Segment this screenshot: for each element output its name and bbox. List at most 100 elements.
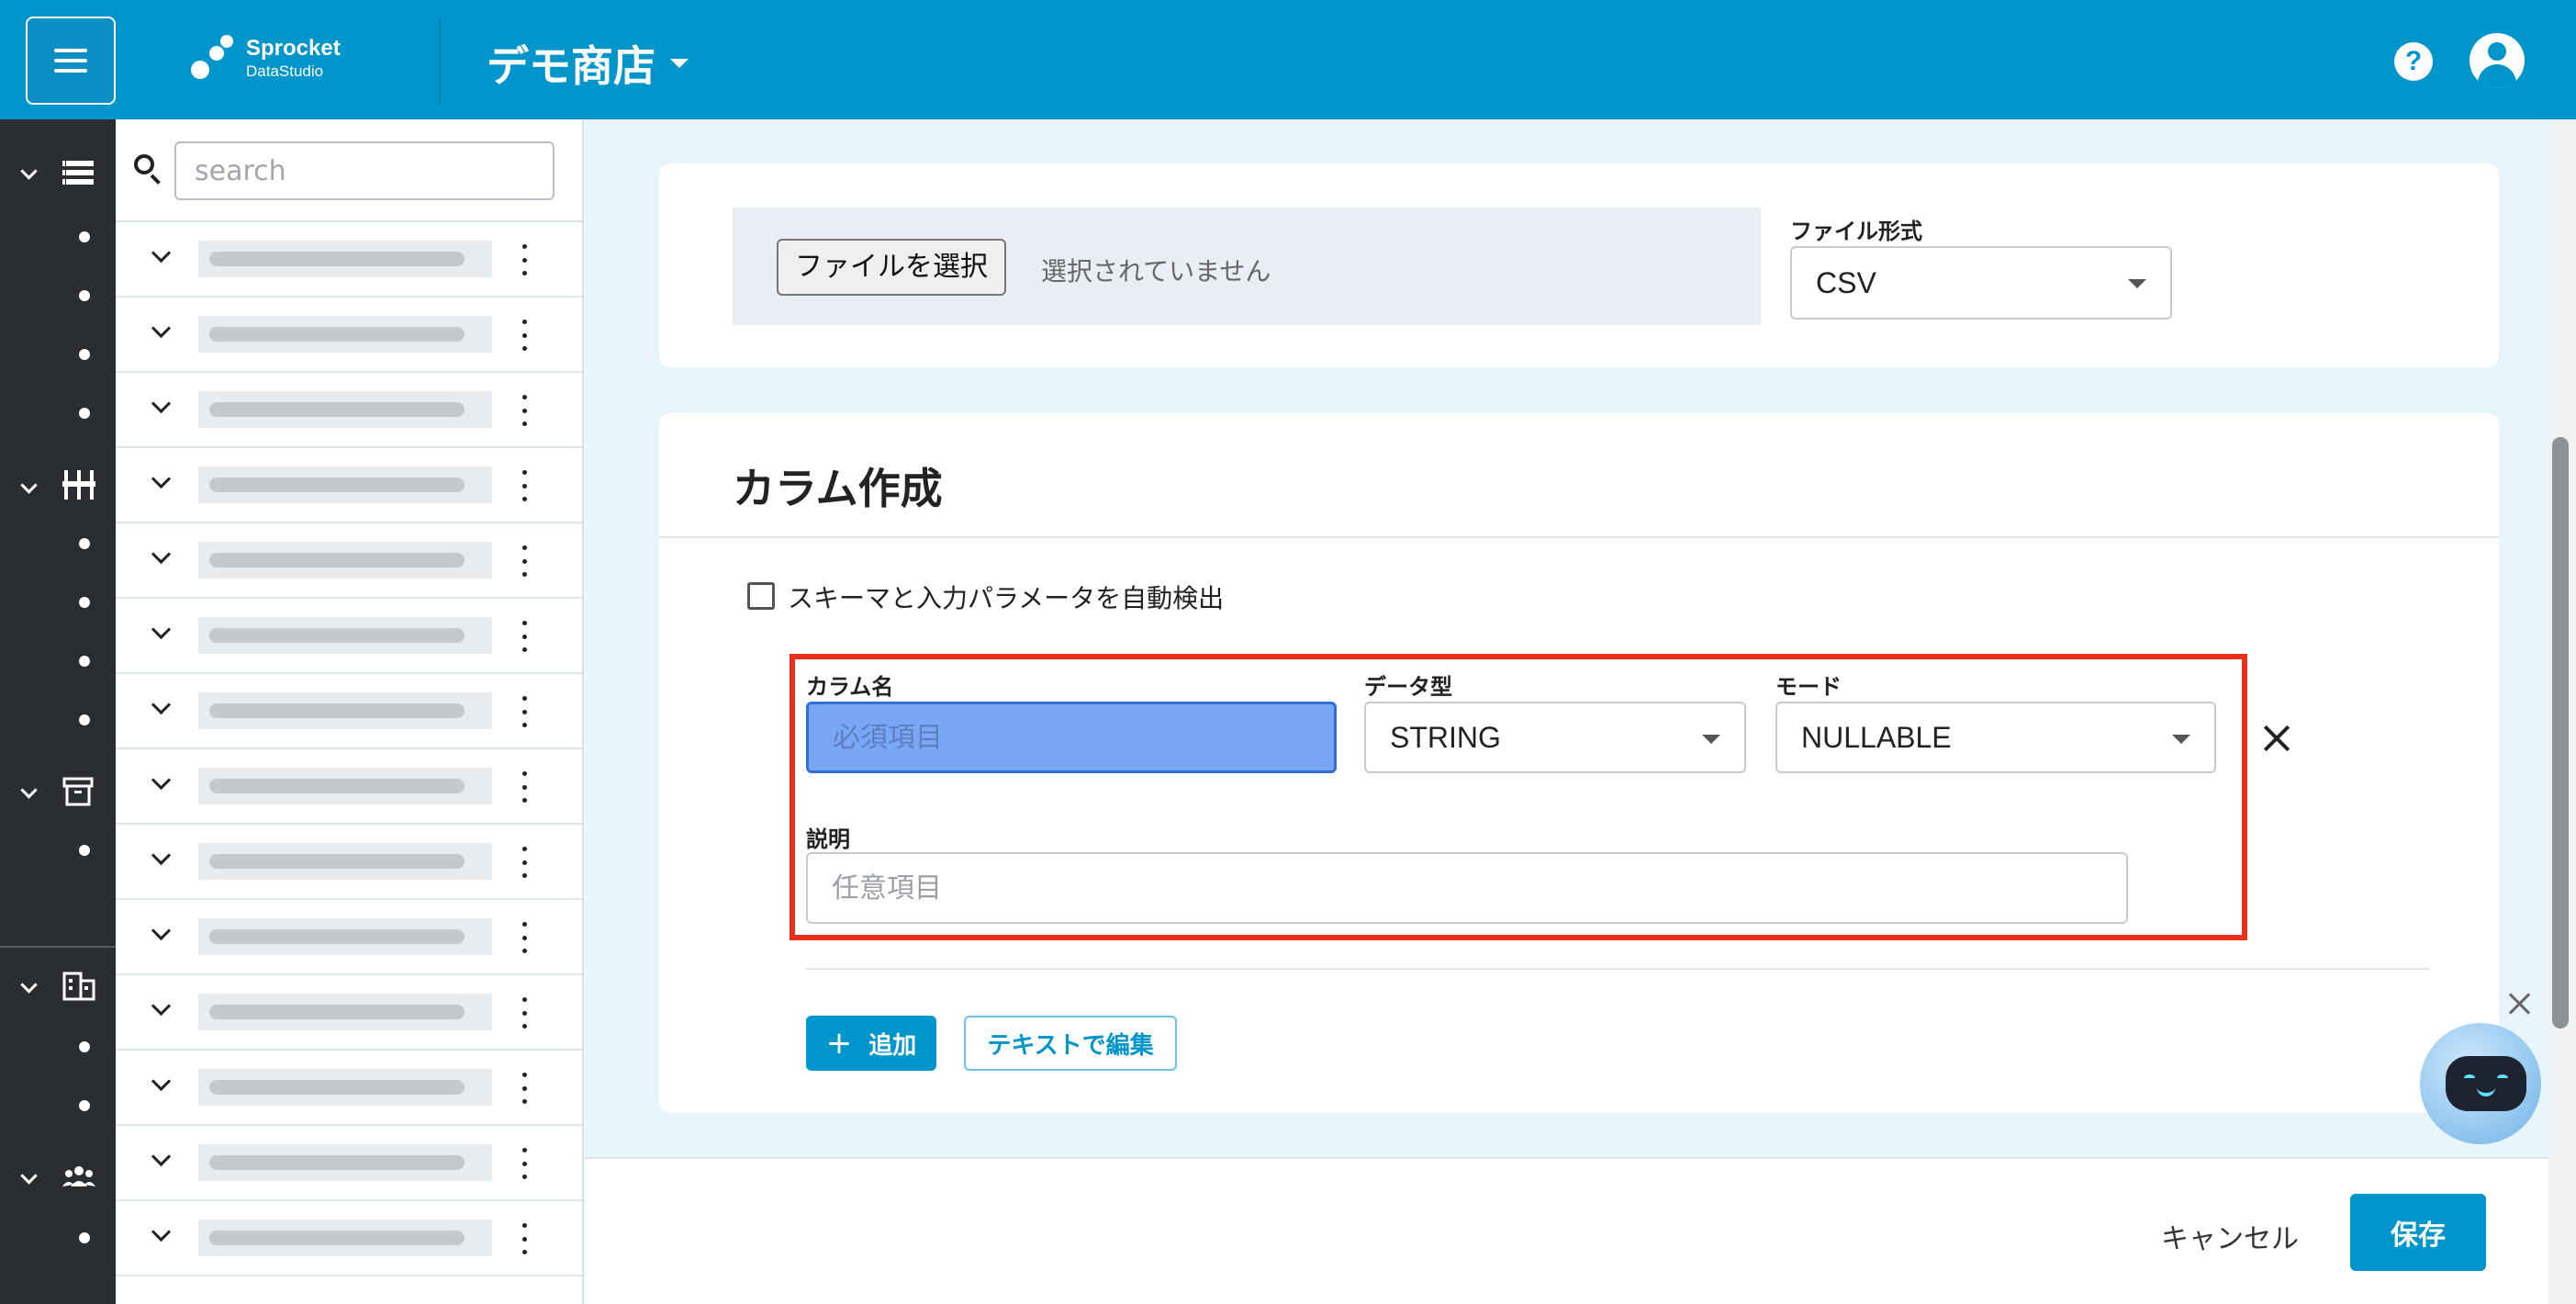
save-button[interactable]: 保存 (2350, 1194, 2486, 1271)
more-options-icon[interactable] (520, 696, 529, 727)
nav-dot[interactable] (79, 349, 90, 360)
mode-select[interactable]: NULLABLE (1775, 702, 2216, 773)
more-options-icon[interactable] (520, 997, 529, 1029)
column-name-input[interactable] (806, 702, 1337, 773)
nav-dot[interactable] (79, 845, 90, 856)
dataset-row[interactable]: lnm_byetsete (116, 900, 582, 975)
chevron-down-icon[interactable] (151, 323, 171, 343)
store-selector[interactable]: デモ商店 (487, 33, 689, 94)
scrollbar[interactable] (2548, 119, 2576, 1304)
chevron-down-icon[interactable] (20, 784, 37, 801)
dataset-name[interactable]: lnm_pamosord_deat (198, 994, 492, 1030)
edit-as-text-button[interactable]: テキストで編集 (964, 1016, 1177, 1071)
nav-dot[interactable] (79, 290, 90, 301)
dataset-row[interactable]: lnm_bata_forlistotes (116, 222, 582, 298)
cancel-button[interactable]: キャンセル (2161, 1216, 2299, 1256)
chevron-down-icon[interactable] (151, 926, 171, 946)
dataset-name[interactable]: lnt_deme_rows_data (198, 391, 492, 428)
chevron-down-icon[interactable] (151, 399, 171, 419)
chevron-down-icon[interactable] (20, 479, 37, 496)
nav-dot[interactable] (79, 538, 90, 549)
chevron-down-icon[interactable] (151, 1152, 171, 1172)
nav-dot[interactable] (79, 1232, 90, 1243)
nav-dot[interactable] (79, 1100, 90, 1111)
chevron-down-icon[interactable] (20, 1170, 37, 1186)
file-format-select[interactable]: CSV (1790, 246, 2172, 320)
dataset-row[interactable]: lnm_maplogt (116, 523, 582, 599)
dataset-row[interactable]: lnm_pfilesnatisnoles (116, 298, 582, 373)
nav-dot[interactable] (79, 656, 90, 667)
chevron-down-icon[interactable] (20, 979, 37, 995)
more-options-icon[interactable] (520, 244, 529, 275)
dataset-name[interactable]: lnm_pamosord_geat (198, 692, 492, 729)
menu-button[interactable] (26, 17, 116, 105)
dataset-row[interactable]: lnt_byetsete (116, 448, 582, 523)
more-options-icon[interactable] (520, 1148, 529, 1179)
add-column-button[interactable]: + 追加 (806, 1016, 936, 1071)
users-icon[interactable] (62, 1163, 95, 1192)
dataset-name[interactable]: lnt_byetsete (198, 467, 492, 503)
dataset-name[interactable]: lnt_deme_rots_dest (198, 1220, 492, 1256)
more-options-icon[interactable] (520, 621, 529, 652)
chevron-down-icon[interactable] (151, 1227, 171, 1247)
remove-column-icon[interactable] (2257, 718, 2297, 759)
organization-icon[interactable] (62, 972, 95, 1001)
dataset-name[interactable]: lnt_bata_forlistotes (198, 768, 492, 804)
auto-detect-checkbox[interactable] (747, 582, 775, 610)
nav-dot[interactable] (79, 231, 90, 242)
help-icon[interactable]: ? (2394, 42, 2433, 81)
chevron-down-icon[interactable] (151, 624, 171, 645)
nav-dot[interactable] (79, 597, 90, 608)
dataset-name[interactable]: lnm_pfilesnatisnoles (198, 316, 492, 353)
more-options-icon[interactable] (520, 1223, 529, 1254)
pipeline-icon[interactable] (62, 470, 95, 500)
dataset-name[interactable]: lnm_byetsete (198, 918, 492, 955)
description-input[interactable] (806, 852, 2128, 924)
scrollbar-thumb[interactable] (2552, 437, 2569, 1029)
more-options-icon[interactable] (520, 470, 529, 501)
chevron-down-icon[interactable] (151, 1001, 171, 1021)
chevron-down-icon[interactable] (151, 700, 171, 720)
auto-detect-label[interactable]: スキーマと入力パラメータを自動検出 (788, 579, 1224, 615)
nav-dot[interactable] (79, 408, 90, 419)
chevron-down-icon[interactable] (20, 165, 37, 182)
more-options-icon[interactable] (520, 1073, 529, 1104)
dataset-row[interactable]: lnt_bata_forlistotes (116, 1126, 582, 1201)
dataset-name[interactable]: lnm_10000000000 (198, 1069, 492, 1106)
more-options-icon[interactable] (520, 922, 529, 953)
dataset-name[interactable]: lnm_maplogt (198, 542, 492, 579)
search-input[interactable] (174, 141, 554, 200)
more-options-icon[interactable] (520, 847, 529, 878)
more-options-icon[interactable] (520, 320, 529, 351)
chevron-down-icon[interactable] (151, 1076, 171, 1096)
choose-file-button[interactable]: ファイルを選択 (777, 239, 1006, 296)
dataset-row[interactable]: lnt_deme_orderente (116, 825, 582, 900)
archive-icon[interactable] (62, 777, 95, 806)
dataset-row[interactable]: lnm_bonfy_lotrtatnere (116, 599, 582, 674)
dataset-name[interactable]: lnm_bata_forlistotes (198, 241, 492, 277)
chevron-down-icon[interactable] (151, 850, 171, 871)
app-logo[interactable]: Sprocket DataStudio (191, 35, 341, 81)
close-icon[interactable] (2506, 990, 2534, 1017)
nav-dot[interactable] (79, 1041, 90, 1052)
dataset-row[interactable]: lnm_pamosord_deat (116, 975, 582, 1051)
chevron-down-icon[interactable] (151, 549, 171, 569)
chevron-down-icon[interactable] (151, 775, 171, 795)
dataset-row[interactable]: lnt_deme_rows_data (116, 373, 582, 448)
chatbot-avatar-icon[interactable] (2420, 1023, 2541, 1144)
dataset-row[interactable]: lnm_pamosord_geat (116, 674, 582, 749)
more-options-icon[interactable] (520, 771, 529, 803)
data-type-select[interactable]: STRING (1364, 702, 1746, 773)
chevron-down-icon[interactable] (151, 248, 171, 268)
dataset-name[interactable]: lnm_bonfy_lotrtatnere (198, 617, 492, 654)
file-drop-zone[interactable]: ファイルを選択 選択されていません (733, 208, 1761, 325)
more-options-icon[interactable] (520, 395, 529, 426)
dataset-list-icon[interactable] (62, 158, 95, 187)
dataset-row[interactable]: lnm_10000000000 (116, 1051, 582, 1126)
dataset-row[interactable]: lnt_deme_rots_dest (116, 1201, 582, 1276)
more-options-icon[interactable] (520, 545, 529, 577)
dataset-name[interactable]: lnt_deme_orderente (198, 843, 492, 880)
nav-dot[interactable] (79, 714, 90, 725)
account-icon[interactable] (2470, 33, 2525, 88)
dataset-row[interactable]: lnt_bata_forlistotes (116, 749, 582, 825)
